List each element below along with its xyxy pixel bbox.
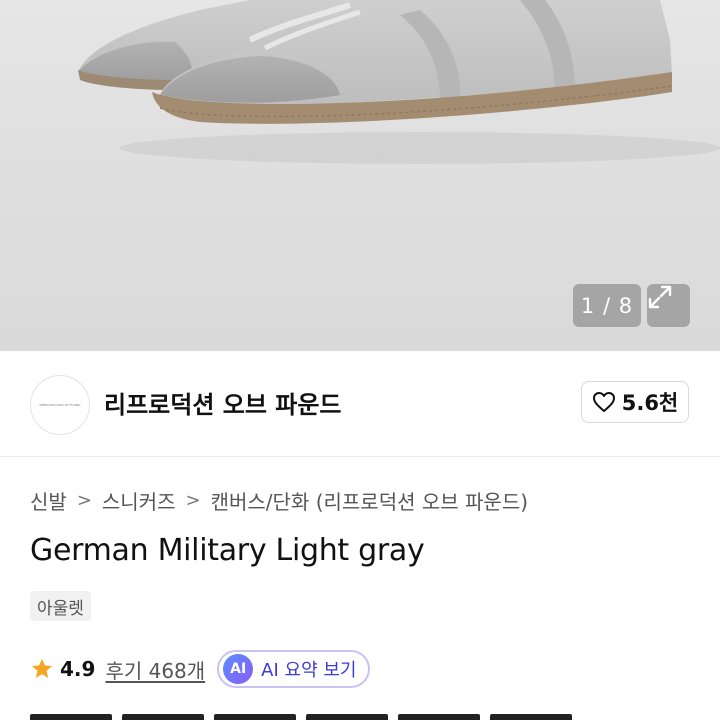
ai-badge-icon: AI (223, 654, 254, 684)
expand-image-button[interactable] (647, 284, 690, 327)
like-count: 5.6천 (621, 391, 679, 415)
image-page-counter: 1 / 8 (573, 284, 641, 327)
tab-edge[interactable] (398, 714, 480, 720)
rating-row: 4.9 후기 468개 AI AI 요약 보기 (30, 650, 371, 688)
breadcrumb-separator: > (76, 490, 92, 511)
product-image[interactable]: 1 / 8 (0, 0, 720, 351)
ai-summary-label: AI 요약 보기 (261, 660, 357, 681)
tab-edge[interactable] (490, 714, 572, 720)
bottom-tabs (30, 714, 572, 720)
tab-edge[interactable] (122, 714, 204, 720)
breadcrumb-separator: > (185, 490, 201, 511)
ai-summary-button[interactable]: AI AI 요약 보기 (217, 650, 371, 688)
star-icon (32, 658, 52, 678)
breadcrumb-item-canvas[interactable]: 캔버스/단화 (리프로덕션 오브 파운드) (211, 486, 528, 515)
outlet-tag: 아울렛 (30, 591, 91, 621)
like-button[interactable]: 5.6천 (581, 381, 689, 423)
breadcrumb-item-shoes[interactable]: 신발 (30, 486, 67, 515)
shop-info-row: REPRODUCTION OF FOUND 리프로덕션 오브 파운드 5.6천 (0, 351, 720, 455)
breadcrumb-item-sneakers[interactable]: 스니커즈 (102, 486, 176, 515)
shop-logo-text: REPRODUCTION OF FOUND (39, 402, 81, 407)
product-title: German Military Light gray (30, 533, 425, 568)
expand-icon (648, 285, 672, 309)
section-divider (0, 456, 720, 457)
rating-value: 4.9 (60, 657, 96, 681)
shop-logo[interactable]: REPRODUCTION OF FOUND (30, 375, 90, 435)
tab-edge[interactable] (306, 714, 388, 720)
review-count-link[interactable]: 후기 468개 (105, 655, 205, 684)
shop-name[interactable]: 리프로덕션 오브 파운드 (104, 385, 342, 420)
tab-edge[interactable] (30, 714, 112, 720)
tab-edge[interactable] (214, 714, 296, 720)
heart-icon (592, 392, 615, 412)
breadcrumb: 신발 > 스니커즈 > 캔버스/단화 (리프로덕션 오브 파운드) (30, 486, 528, 515)
